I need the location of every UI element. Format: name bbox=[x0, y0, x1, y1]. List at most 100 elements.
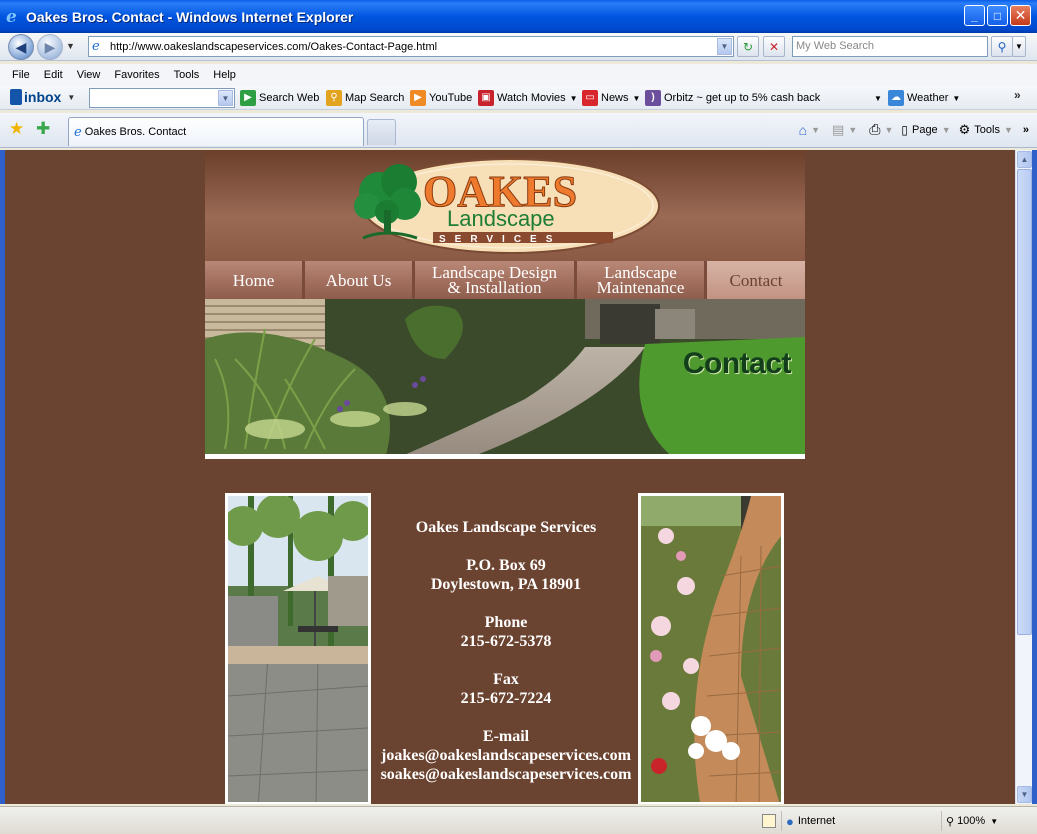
window-frame-right bbox=[1032, 150, 1037, 804]
zoom-control[interactable]: ⚲ 100% ▼ bbox=[941, 811, 1031, 831]
minimize-button[interactable]: _ bbox=[964, 5, 985, 26]
home-icon[interactable]: ⌂ bbox=[799, 122, 807, 138]
address-dropdown-icon[interactable]: ▼ bbox=[717, 38, 732, 55]
menu-favorites[interactable]: Favorites bbox=[114, 69, 159, 81]
contact-banner-image: Contact bbox=[205, 299, 805, 459]
window-title: Oakes Bros. Contact - Windows Internet E… bbox=[26, 8, 354, 25]
youtube-icon: ▶ bbox=[410, 90, 426, 106]
new-tab-button[interactable] bbox=[367, 119, 396, 145]
close-button[interactable]: ✕ bbox=[1010, 5, 1031, 26]
search-icon[interactable]: ⚲ bbox=[991, 36, 1013, 57]
tools-dropdown-icon[interactable]: ▼ bbox=[1004, 125, 1013, 135]
weather-dropdown-icon[interactable]: ▼ bbox=[952, 94, 960, 103]
command-overflow-icon[interactable]: » bbox=[1023, 124, 1029, 136]
menu-file[interactable]: File bbox=[12, 69, 30, 81]
vertical-scrollbar[interactable]: ▲ ▼ bbox=[1015, 150, 1032, 804]
orbitz-label: Orbitz ~ get up to 5% cash back bbox=[664, 92, 821, 104]
site-navigation: Home About Us Landscape Design & Install… bbox=[205, 261, 805, 299]
watch-movies-button[interactable]: ▣ Watch Movies ▼ bbox=[478, 90, 578, 106]
nav-maintenance-label2: Maintenance bbox=[596, 278, 685, 297]
menu-edit[interactable]: Edit bbox=[44, 69, 63, 81]
print-icon[interactable]: ⎙ bbox=[869, 121, 880, 138]
ie-logo-icon: e bbox=[6, 6, 17, 27]
menu-bar: File Edit View Favorites Tools Help bbox=[0, 64, 1037, 86]
forward-button[interactable]: ▶ bbox=[37, 34, 63, 60]
web-search-input[interactable]: My Web Search bbox=[792, 36, 988, 57]
inbox-dropdown-icon[interactable]: ▼ bbox=[67, 93, 75, 102]
favorites-star-icon[interactable]: ★ bbox=[9, 119, 24, 139]
tab-bar: ★ ✚ e Oakes Bros. Contact ⌂ ▼ ▤ ▼ ⎙ ▼ ▯ … bbox=[0, 113, 1037, 148]
menu-help[interactable]: Help bbox=[213, 69, 236, 81]
address-line-2: Doylestown, PA 18901 bbox=[430, 576, 582, 593]
fax-label: Fax bbox=[493, 671, 519, 688]
news-dropdown-icon[interactable]: ▼ bbox=[633, 94, 641, 103]
url-text[interactable]: http://www.oakeslandscapeservices.com/Oa… bbox=[110, 41, 717, 53]
back-button[interactable]: ◀ bbox=[8, 34, 34, 60]
inbox-button[interactable]: inbox ▼ bbox=[10, 89, 75, 105]
email-link-1[interactable]: joakes@oakeslandscapeservices.com bbox=[371, 746, 641, 765]
page-menu-button[interactable]: Page bbox=[912, 124, 938, 136]
nav-about-us[interactable]: About Us bbox=[305, 261, 415, 299]
window-title-bar: e Oakes Bros. Contact - Windows Internet… bbox=[0, 0, 1037, 33]
phone-number[interactable]: 215-672-5378 bbox=[371, 632, 641, 651]
menu-tools[interactable]: Tools bbox=[174, 69, 200, 81]
stop-button[interactable]: ✕ bbox=[763, 36, 785, 57]
globe-icon: ● bbox=[786, 813, 794, 829]
maximize-button[interactable]: □ bbox=[987, 5, 1008, 26]
orbitz-button[interactable]: ) Orbitz ~ get up to 5% cash back bbox=[645, 90, 820, 106]
nav-landscape-maintenance[interactable]: Landscape Maintenance bbox=[577, 261, 707, 299]
toolbar-overflow-icon[interactable]: » bbox=[1014, 88, 1021, 102]
tv-icon: ▭ bbox=[582, 90, 598, 106]
feeds-dropdown-icon[interactable]: ▼ bbox=[848, 125, 857, 135]
company-name: Oakes Landscape Services bbox=[415, 519, 597, 536]
nav-landscape-design[interactable]: Landscape Design & Installation bbox=[415, 261, 577, 299]
weather-icon: ☁ bbox=[888, 90, 904, 106]
tab-oakes-contact[interactable]: e Oakes Bros. Contact bbox=[68, 117, 364, 146]
gear-icon: ⚙ bbox=[958, 121, 971, 137]
search-web-button[interactable]: ▶ Search Web bbox=[240, 90, 319, 106]
recent-pages-dropdown-icon[interactable]: ▼ bbox=[66, 41, 75, 51]
toolbar-dropdown-icon[interactable]: ▼ bbox=[874, 94, 882, 103]
security-zone: ● Internet bbox=[781, 811, 941, 831]
scroll-up-icon[interactable]: ▲ bbox=[1017, 151, 1032, 168]
nav-contact[interactable]: Contact bbox=[707, 261, 805, 299]
email-link-2[interactable]: soakes@oakeslandscapeservices.com bbox=[371, 765, 641, 784]
play-icon: ▶ bbox=[240, 90, 256, 106]
scroll-down-icon[interactable]: ▼ bbox=[1017, 786, 1032, 803]
walkway-image bbox=[641, 496, 781, 802]
news-label: News bbox=[601, 92, 629, 104]
address-toolbar: ◀ ▶ ▼ e http://www.oakeslandscapeservice… bbox=[0, 33, 1037, 61]
news-button[interactable]: ▭ News ▼ bbox=[582, 90, 640, 106]
toolbar-search-dropdown-icon[interactable]: ▼ bbox=[218, 90, 233, 106]
banner-title: Contact bbox=[682, 347, 792, 380]
toolbar-search-input[interactable]: ▼ bbox=[89, 88, 235, 108]
search-options-dropdown-icon[interactable]: ▼ bbox=[1012, 36, 1026, 57]
nav-about-label: About Us bbox=[325, 270, 392, 290]
feeds-icon[interactable]: ▤ bbox=[832, 122, 844, 138]
refresh-button[interactable]: ↻ bbox=[737, 36, 759, 57]
watch-movies-label: Watch Movies bbox=[497, 92, 566, 104]
email-label: E-mail bbox=[482, 728, 530, 745]
search-web-label: Search Web bbox=[259, 92, 320, 104]
scrollbar-thumb[interactable] bbox=[1017, 169, 1032, 635]
status-bar: ● Internet ⚲ 100% ▼ bbox=[0, 806, 1037, 834]
home-dropdown-icon[interactable]: ▼ bbox=[811, 125, 820, 135]
add-favorites-icon[interactable]: ✚ bbox=[36, 119, 50, 139]
nav-home[interactable]: Home bbox=[205, 261, 305, 299]
rss-icon: ) bbox=[645, 90, 661, 106]
weather-button[interactable]: ☁ Weather ▼ bbox=[888, 90, 960, 106]
map-search-button[interactable]: ⚲ Map Search bbox=[326, 90, 404, 106]
zone-label: Internet bbox=[797, 815, 836, 827]
zoom-dropdown-icon[interactable]: ▼ bbox=[990, 817, 998, 826]
magnifier-icon: ⚲ bbox=[326, 90, 342, 106]
address-bar[interactable]: e http://www.oakeslandscapeservices.com/… bbox=[88, 36, 734, 57]
page-dropdown-icon[interactable]: ▼ bbox=[942, 125, 951, 135]
window-controls: _ □ ✕ bbox=[964, 5, 1031, 26]
menu-view[interactable]: View bbox=[77, 69, 101, 81]
print-dropdown-icon[interactable]: ▼ bbox=[884, 125, 893, 135]
tools-menu-button[interactable]: Tools bbox=[974, 124, 1000, 136]
watch-movies-dropdown-icon[interactable]: ▼ bbox=[570, 94, 578, 103]
oakes-logo[interactable]: OAKES Landscape SERVICES LLC bbox=[347, 154, 661, 254]
youtube-button[interactable]: ▶ YouTube bbox=[410, 90, 472, 106]
youtube-label: YouTube bbox=[429, 92, 473, 104]
